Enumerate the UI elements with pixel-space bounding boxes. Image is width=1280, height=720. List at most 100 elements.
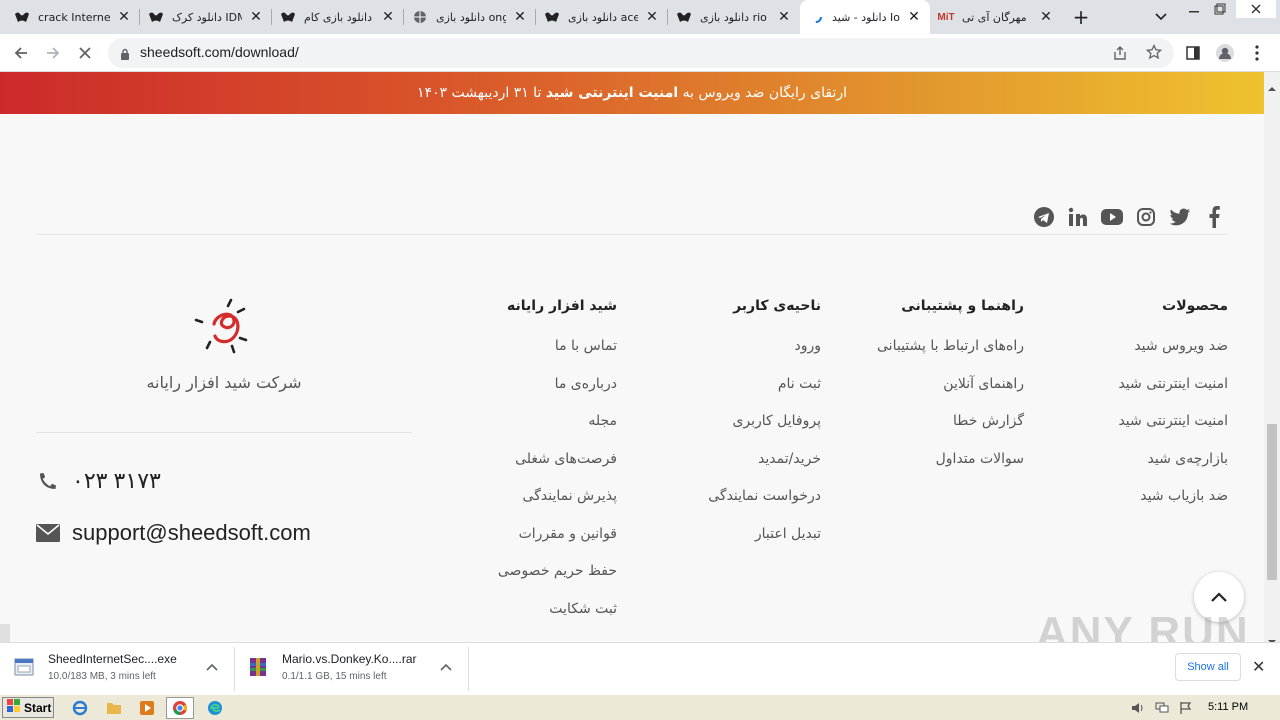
tab-2[interactable]: دانلود کرک IDM ✕	[140, 0, 272, 34]
volume-icon[interactable]	[1128, 698, 1148, 718]
footer-column-products: محصولات ضد ویروس شید امنیت اینترنتی شید …	[1118, 298, 1228, 526]
shield-favicon-icon	[148, 9, 164, 25]
footer-link[interactable]: حفظ حریم خصوصی	[498, 563, 617, 601]
close-icon[interactable]: ✕	[1038, 9, 1054, 25]
tab-5[interactable]: دانلود بازی ace ✕	[536, 0, 668, 34]
footer-link[interactable]: تماس با ما	[498, 338, 617, 376]
footer-link[interactable]: ضد بازیاب شید	[1118, 488, 1228, 526]
shield-favicon-icon	[676, 9, 692, 25]
side-panel-icon[interactable]	[1180, 40, 1206, 66]
close-window-button[interactable]	[1236, 0, 1276, 18]
tab-6[interactable]: دانلود بازی rio ✕	[668, 0, 800, 34]
url-text[interactable]: sheedsoft.com/download/	[140, 44, 299, 60]
close-icon[interactable]: ✕	[116, 9, 132, 25]
youtube-icon[interactable]	[1100, 205, 1124, 229]
restore-button[interactable]	[1208, 0, 1232, 18]
tab-3[interactable]: دانلود بازی کام ✕	[272, 0, 404, 34]
vertical-scrollbar[interactable]	[1264, 72, 1280, 644]
ie-icon[interactable]	[70, 698, 90, 718]
close-icon[interactable]: ✕	[776, 9, 792, 25]
twitter-icon[interactable]	[1168, 205, 1192, 229]
footer-link[interactable]: راهنمای آنلاین	[877, 376, 1024, 414]
close-icon[interactable]: ✕	[644, 9, 660, 25]
bookmark-star-icon[interactable]	[1145, 43, 1163, 64]
footer-link[interactable]: پروفایل کاربری	[708, 413, 821, 451]
new-tab-button[interactable]: +	[1068, 4, 1094, 30]
chevron-up-icon[interactable]	[206, 661, 218, 674]
footer-link[interactable]: پذیرش نمایندگی	[498, 488, 617, 526]
chevron-up-icon[interactable]	[440, 661, 452, 674]
media-player-icon[interactable]	[137, 698, 157, 718]
footer-link[interactable]: ورود	[708, 338, 821, 376]
footer-link[interactable]: بازارچه‌ی شید	[1118, 451, 1228, 489]
contact-email[interactable]: support@sheedsoft.com	[36, 520, 311, 546]
edge-icon[interactable]	[205, 698, 225, 718]
promo-banner[interactable]: ارتقای رایگان ضد ویروس به امنیت اینترنتی…	[0, 72, 1264, 114]
tab-8[interactable]: MiT مهرگان آی تی ✕	[930, 0, 1062, 34]
show-all-downloads-button[interactable]: Show all	[1175, 653, 1241, 681]
tab-1[interactable]: crack Internet ✕	[6, 0, 140, 34]
instagram-icon[interactable]	[1134, 205, 1158, 229]
taskbar-clock: 5:11 PM	[1208, 701, 1249, 713]
footer-link[interactable]: ضد ویروس شید	[1118, 338, 1228, 376]
start-button[interactable]: Start	[2, 697, 54, 718]
close-icon[interactable]: ✕	[906, 9, 922, 25]
footer-link[interactable]: راه‌های ارتباط با پشتیبانی	[877, 338, 1024, 376]
flag-icon[interactable]	[1176, 698, 1196, 718]
scrollbar-thumb[interactable]	[1267, 424, 1277, 580]
scroll-up-arrow-icon[interactable]	[1268, 76, 1276, 95]
linkedin-icon[interactable]	[1066, 205, 1090, 229]
mit-favicon-icon: MiT	[937, 11, 955, 23]
close-icon[interactable]: ✕	[380, 9, 396, 25]
network-icon[interactable]	[1152, 698, 1172, 718]
email-address[interactable]: support@sheedsoft.com	[72, 520, 311, 546]
close-icon[interactable]: ✕	[248, 9, 264, 25]
download-item-2[interactable]: Mario.vs.Donkey.Ko....rar 0.1/1.1 GB, 15…	[234, 647, 469, 691]
footer-link[interactable]: درباره‌ی ما	[498, 376, 617, 414]
tab-search-button[interactable]	[1148, 4, 1174, 30]
column-title: محصولات	[1162, 298, 1228, 314]
facebook-icon[interactable]	[1202, 205, 1226, 229]
lock-icon[interactable]	[120, 46, 130, 65]
footer-link[interactable]: تبدیل اعتبار	[708, 526, 821, 564]
column-title: شید افزار رایانه	[507, 298, 617, 314]
contact-phone[interactable]: ۰۲۳ ۳۱۷۳	[36, 468, 161, 494]
footer-link[interactable]: خرید/تمدید	[708, 451, 821, 489]
footer-link[interactable]: امنیت اینترنتی شید	[1118, 413, 1228, 451]
shield-favicon-icon	[544, 9, 560, 25]
globe-icon	[412, 9, 428, 25]
footer-link[interactable]: ثبت شکایت	[498, 601, 617, 639]
footer-link[interactable]: درخواست نمایندگی	[708, 488, 821, 526]
download-status: 0.1/1.1 GB, 15 mins left	[282, 671, 387, 682]
footer-link[interactable]: گزارش خطا	[877, 413, 1024, 451]
close-download-shelf-icon[interactable]: ✕	[1252, 657, 1265, 676]
tab-4[interactable]: دانلود بازی ong ✕	[404, 0, 536, 34]
footer-link[interactable]: سوالات متداول	[877, 451, 1024, 489]
menu-kebab-icon[interactable]	[1244, 40, 1270, 66]
footer-link[interactable]: ثبت نام	[708, 376, 821, 414]
footer-column-support: راهنما و پشتیبانی راه‌های ارتباط با پشتی…	[877, 298, 1024, 488]
footer-column-company: شید افزار رایانه تماس با ما درباره‌ی ما …	[498, 298, 617, 638]
footer-link[interactable]: مجله	[498, 413, 617, 451]
stop-loading-button[interactable]	[72, 40, 98, 66]
chrome-icon[interactable]	[166, 697, 194, 719]
omnibox[interactable]: sheedsoft.com/download/	[108, 38, 1174, 68]
profile-avatar-icon[interactable]	[1212, 40, 1238, 66]
footer-link[interactable]: فرصت‌های شغلی	[498, 451, 617, 489]
forward-button[interactable]	[40, 40, 66, 66]
share-icon[interactable]	[1112, 45, 1128, 65]
phone-number[interactable]: ۰۲۳ ۳۱۷۳	[72, 468, 161, 494]
promo-suffix: تا ۳۱ اردیبهشت ۱۴۰۳	[417, 85, 542, 101]
tab-7-active[interactable]: دانلود - شید Io ✕	[800, 0, 930, 34]
minimize-button[interactable]	[1182, 0, 1206, 18]
close-icon[interactable]: ✕	[512, 9, 528, 25]
folder-icon[interactable]	[104, 698, 124, 718]
footer-link[interactable]: قوانین و مقررات	[498, 526, 617, 564]
back-button[interactable]	[8, 40, 34, 66]
download-item-1[interactable]: SheedInternetSec....exe 10.0/183 MB, 3 m…	[0, 647, 235, 691]
telegram-icon[interactable]	[1032, 205, 1056, 229]
tab-title: مهرگان آی تی	[962, 10, 1027, 24]
footer-link[interactable]: امنیت اینترنتی شید	[1118, 376, 1228, 414]
promo-product: امنیت اینترنتی شید	[545, 85, 679, 101]
sheed-logo-icon[interactable]	[188, 298, 252, 360]
